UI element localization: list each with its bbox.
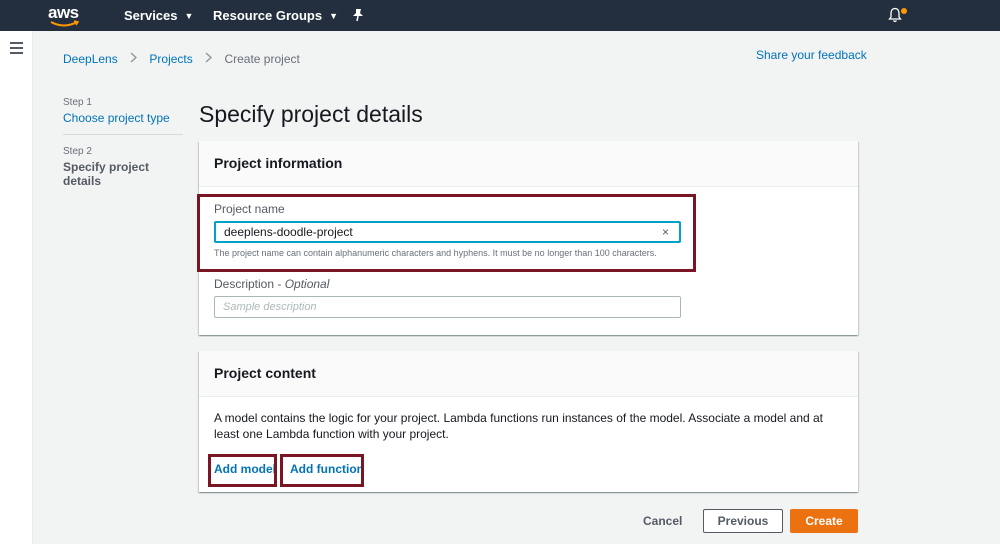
services-label: Services (124, 8, 178, 23)
resource-groups-menu[interactable]: Resource Groups ▼ (213, 8, 338, 23)
top-navigation-bar: aws Services ▼ Resource Groups ▼ (0, 0, 1000, 31)
description-label: Description - Optional (214, 277, 329, 291)
pin-icon[interactable] (352, 8, 364, 22)
menu-icon[interactable] (10, 42, 23, 57)
project-content-description: A model contains the logic for your proj… (214, 411, 824, 441)
services-menu[interactable]: Services ▼ (124, 8, 193, 23)
description-placeholder: Sample description (223, 301, 317, 313)
main-content: DeepLens Projects Create project Share y… (33, 31, 1000, 544)
optional-text: Optional (284, 277, 330, 291)
breadcrumb-projects[interactable]: Projects (149, 52, 192, 66)
step-2: Step 2 Specify project details (63, 146, 183, 197)
side-navigation-rail (0, 31, 33, 544)
breadcrumb-create-project: Create project (224, 52, 300, 66)
chevron-right-icon (205, 52, 213, 66)
breadcrumb-deeplens[interactable]: DeepLens (63, 52, 118, 66)
panel-header: Project content (199, 351, 858, 397)
caret-down-icon: ▼ (329, 11, 339, 21)
bell-icon[interactable] (888, 7, 902, 23)
wizard-steps: Step 1 Choose project type Step 2 Specif… (63, 97, 183, 197)
panel-header: Project information (199, 141, 858, 187)
highlight-box-add-function (280, 454, 364, 487)
highlight-box-project-name (197, 194, 696, 272)
highlight-box-add-model (208, 454, 277, 487)
page-title: Specify project details (199, 101, 423, 127)
aws-logo[interactable]: aws (48, 2, 82, 28)
aws-smile-icon (50, 20, 80, 27)
chevron-right-icon (130, 52, 138, 66)
description-label-text: Description - (214, 277, 285, 291)
caret-down-icon: ▼ (184, 11, 194, 21)
resource-groups-label: Resource Groups (213, 8, 323, 23)
create-button[interactable]: Create (790, 509, 858, 533)
step-title-specify-project-details: Specify project details (63, 160, 150, 188)
step-divider (63, 134, 183, 135)
previous-button[interactable]: Previous (703, 509, 783, 533)
step-number: Step 1 (63, 97, 92, 108)
share-feedback-link[interactable]: Share your feedback (756, 48, 867, 62)
step-title-choose-project-type[interactable]: Choose project type (63, 111, 183, 125)
cancel-button[interactable]: Cancel (643, 514, 682, 528)
description-input[interactable]: Sample description (214, 296, 681, 318)
notification-badge (901, 8, 907, 14)
step-number: Step 2 (63, 146, 92, 157)
step-1[interactable]: Step 1 Choose project type (63, 97, 183, 134)
breadcrumb: DeepLens Projects Create project (63, 52, 300, 66)
